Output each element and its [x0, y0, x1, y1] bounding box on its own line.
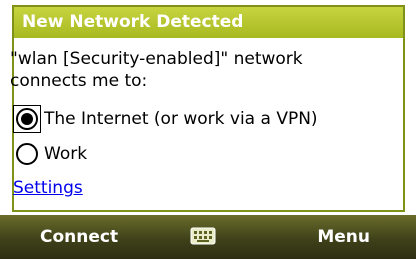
radio-internet-focus[interactable]	[13, 105, 41, 133]
radio-selected-dot	[21, 113, 33, 125]
softkey-bar: Connect Menu	[0, 215, 416, 259]
network-message: "wlan [Security-enabled]" network connec…	[10, 49, 303, 91]
connect-softkey[interactable]: Connect	[40, 215, 118, 259]
keyboard-icon[interactable]	[190, 227, 216, 245]
option-internet[interactable]: The Internet (or work via a VPN)	[13, 105, 318, 133]
option-work[interactable]: Work	[13, 141, 87, 167]
radio-work[interactable]	[16, 143, 38, 165]
screen: New Network Detected "wlan [Security-ena…	[0, 0, 416, 259]
radio-internet[interactable]	[16, 108, 38, 130]
menu-softkey[interactable]: Menu	[317, 215, 370, 259]
option-internet-label: The Internet (or work via a VPN)	[44, 109, 318, 129]
radio-work-wrap[interactable]	[13, 140, 41, 168]
dialog-title: New Network Detected	[14, 7, 403, 38]
settings-link[interactable]: Settings	[13, 178, 83, 198]
option-work-label: Work	[44, 144, 88, 164]
